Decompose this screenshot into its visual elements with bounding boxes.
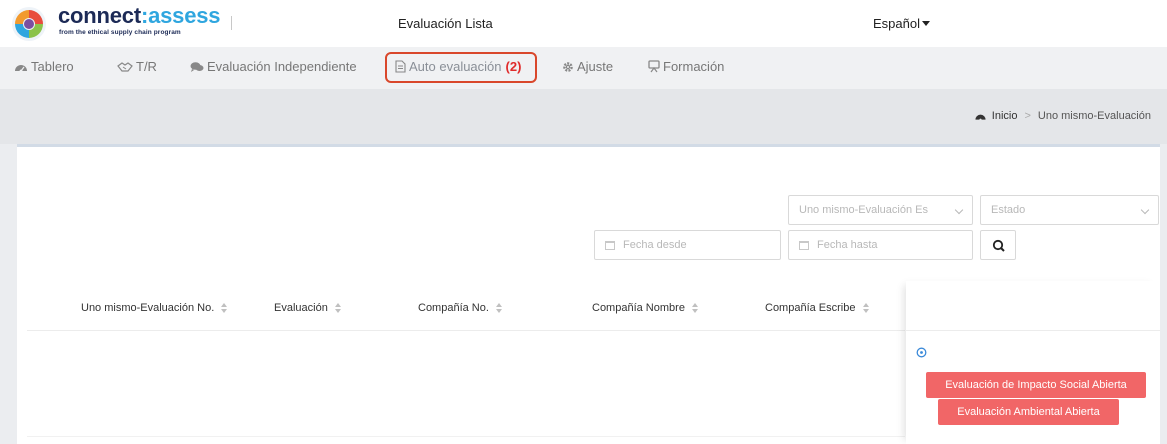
handshake-icon [117, 61, 133, 72]
breadcrumb-band: Inicio > Uno mismo-Evaluación [0, 89, 1167, 144]
status-select[interactable]: Estado [980, 195, 1159, 225]
sort-icon[interactable] [334, 303, 341, 313]
breadcrumb-home[interactable]: Inicio [992, 110, 1018, 122]
evaluation-type-select[interactable]: Uno mismo-Evaluación Es [788, 195, 973, 225]
page-title: Evaluación Lista [398, 16, 493, 31]
gear-icon [563, 61, 573, 72]
chevron-down-icon [1140, 205, 1150, 215]
column-label: Evaluación [274, 302, 328, 314]
nav-label: Evaluación Independiente [207, 59, 357, 74]
open-environmental-evaluation-button[interactable]: Evaluación Ambiental Abierta [938, 399, 1119, 425]
column-header-evaluation[interactable]: Evaluación [274, 302, 341, 314]
sort-icon[interactable] [221, 303, 228, 313]
info-circle-icon[interactable] [916, 347, 927, 358]
breadcrumb-current: Uno mismo-Evaluación [1037, 110, 1151, 122]
puzzle-logo-icon[interactable] [11, 6, 47, 42]
header-divider [231, 16, 232, 30]
brand-logo-text[interactable]: connect:assess [58, 3, 221, 29]
fixed-column-divider [906, 330, 1160, 331]
column-header-company-no[interactable]: Compañía No. [418, 302, 502, 314]
nav-item-auto-evaluacion[interactable]: Auto evaluación (2) [395, 59, 521, 74]
dashboard-icon [15, 64, 27, 72]
training-icon [648, 60, 660, 73]
column-label: Compañía Nombre [592, 302, 685, 314]
nav-label: Auto evaluación [409, 59, 502, 74]
brand-tagline: from the ethical supply chain program [59, 29, 181, 36]
nav-label: T/R [136, 59, 157, 74]
sort-icon[interactable] [862, 303, 869, 313]
dashboard-icon [975, 114, 986, 121]
calendar-icon [605, 241, 615, 250]
sort-icon[interactable] [495, 303, 502, 313]
column-header-company-type[interactable]: Compañía Escribe [765, 302, 869, 314]
document-icon [395, 60, 406, 73]
search-icon [992, 239, 1005, 252]
sort-icon[interactable] [691, 303, 698, 313]
search-button[interactable] [980, 230, 1016, 260]
date-to-placeholder: Fecha hasta [817, 239, 878, 251]
caret-down-icon [921, 21, 930, 26]
chevron-down-icon [954, 205, 964, 215]
left-gutter [0, 144, 17, 444]
column-label: Compañía Escribe [765, 302, 856, 314]
nav-item-formacion[interactable]: Formación [648, 59, 724, 74]
table-bottom-divider [27, 436, 905, 437]
date-from-input[interactable]: Fecha desde [594, 230, 781, 260]
select-placeholder: Estado [991, 204, 1026, 216]
breadcrumb-separator: > [1024, 110, 1031, 122]
date-from-placeholder: Fecha desde [623, 239, 687, 251]
language-selector[interactable]: Español [873, 16, 930, 31]
nav-item-ajuste[interactable]: Ajuste [562, 59, 613, 74]
chat-icon [190, 61, 204, 72]
nav-item-evaluacion-independiente[interactable]: Evaluación Independiente [190, 59, 357, 74]
calendar-icon [799, 241, 809, 250]
nav-label: Tablero [31, 59, 74, 74]
nav-count-badge: (2) [505, 59, 522, 74]
nav-label: Formación [663, 59, 725, 74]
right-gutter [1160, 144, 1167, 444]
open-social-impact-evaluation-button[interactable]: Evaluación de Impacto Social Abierta [926, 372, 1146, 398]
column-header-company-name[interactable]: Compañía Nombre [592, 302, 698, 314]
column-header-evaluation-no[interactable]: Uno mismo-Evaluación No. [81, 302, 228, 314]
language-label: Español [873, 16, 920, 31]
column-label: Compañía No. [418, 302, 489, 314]
nav-item-tablero[interactable]: Tablero [14, 59, 74, 74]
table-header-divider [27, 330, 905, 331]
nav-label: Ajuste [577, 59, 614, 74]
top-header: connect:assess from the ethical supply c… [0, 0, 1167, 47]
nav-item-tr[interactable]: T/R [117, 59, 157, 74]
date-to-input[interactable]: Fecha hasta [788, 230, 973, 260]
select-value: Uno mismo-Evaluación Es [799, 204, 928, 216]
column-label: Uno mismo-Evaluación No. [81, 302, 215, 314]
breadcrumb: Inicio > Uno mismo-Evaluación [975, 110, 1151, 122]
main-nav: Tablero T/R Evaluación Independiente Aut… [0, 47, 1167, 89]
